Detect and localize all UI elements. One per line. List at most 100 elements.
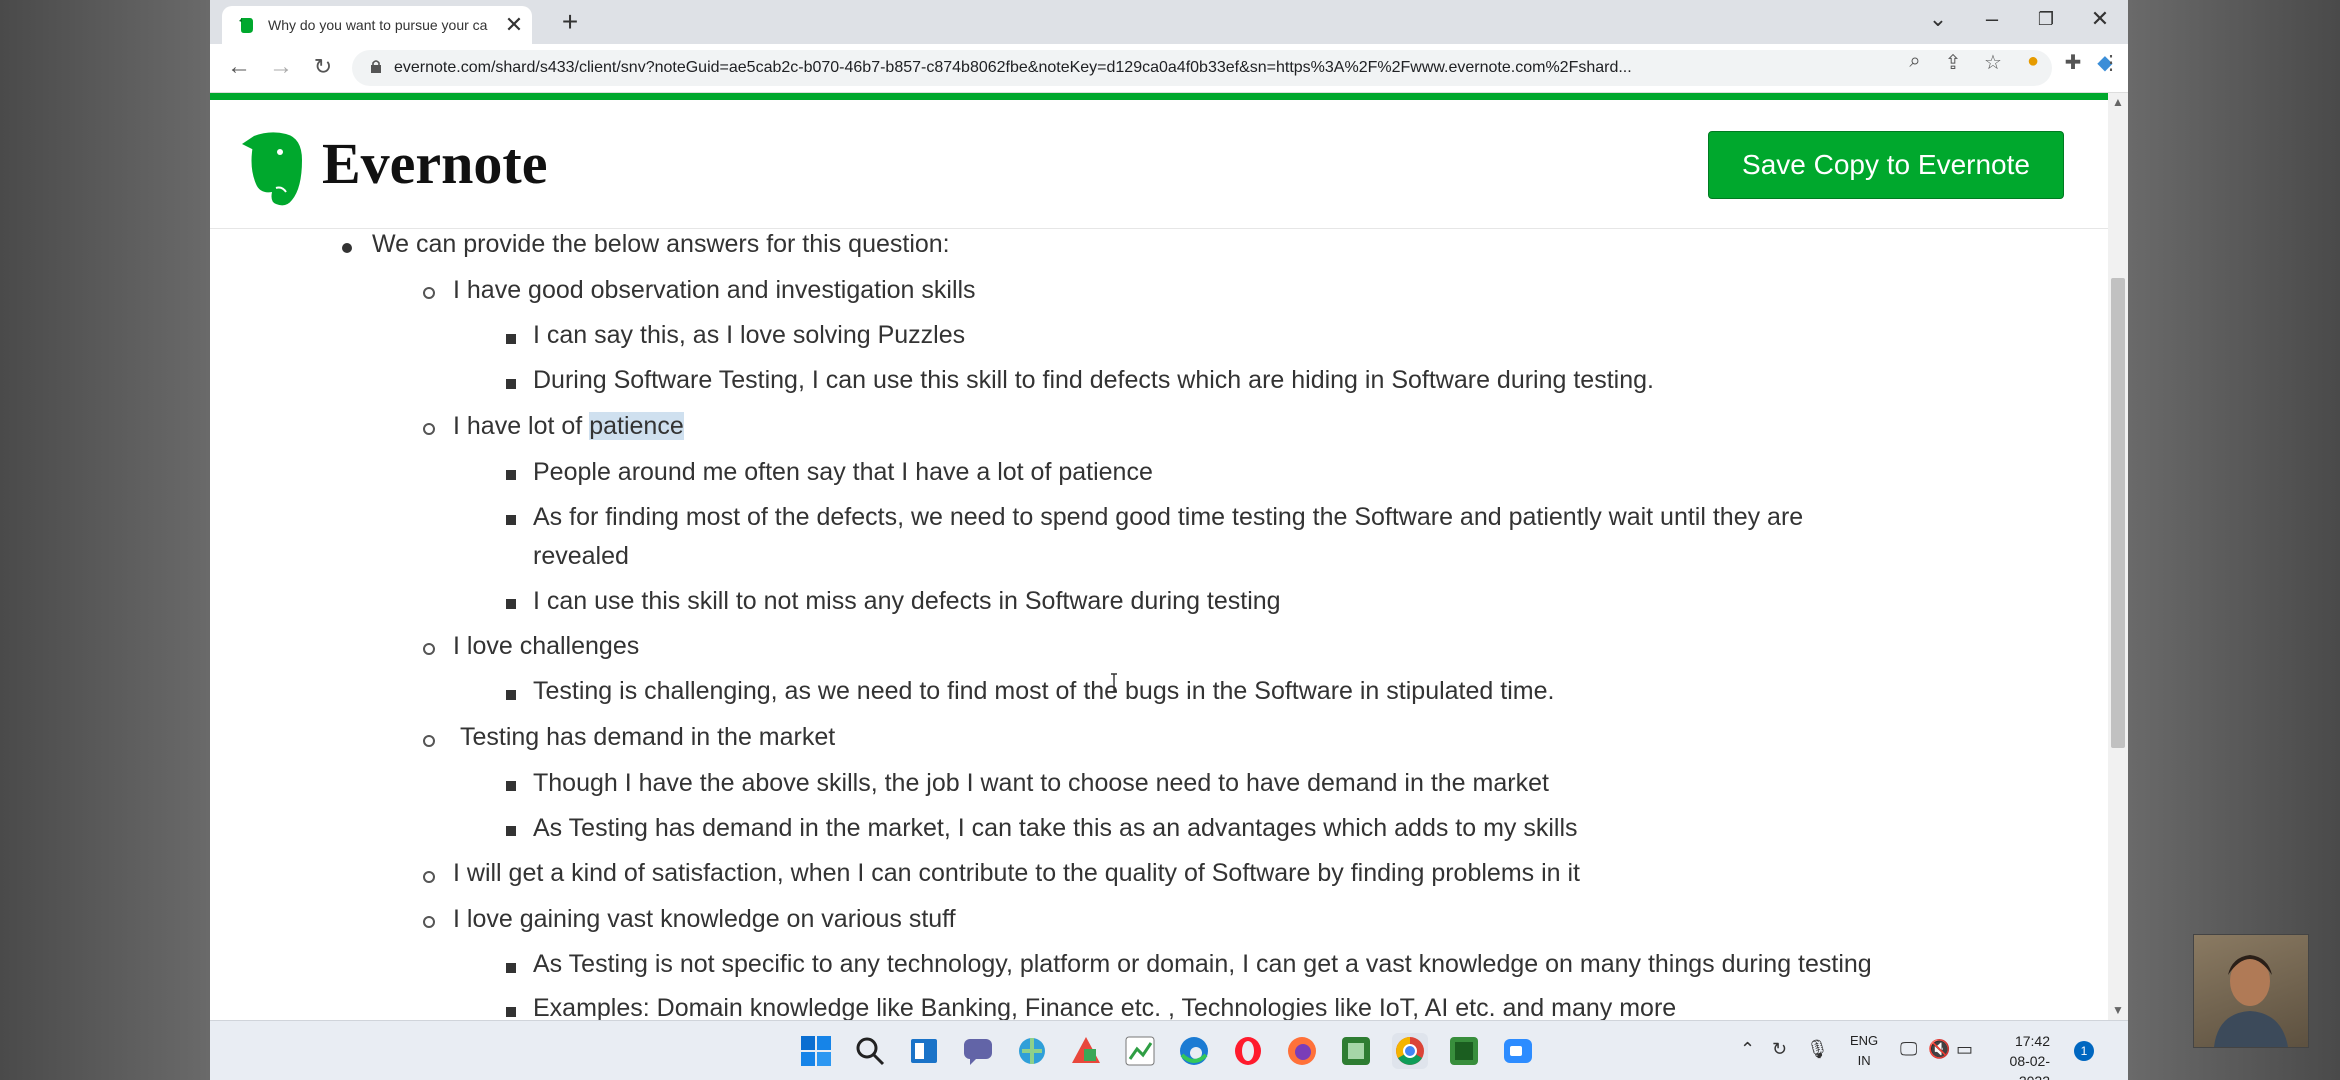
evernote-accent-bar bbox=[210, 93, 2108, 100]
bullet-square bbox=[506, 379, 516, 389]
bullet-square bbox=[506, 963, 516, 973]
evernote-favicon-icon bbox=[239, 18, 253, 33]
volume-muted-icon[interactable]: 🔇 bbox=[1928, 1039, 1950, 1060]
close-window-icon[interactable]: ✕ bbox=[2080, 6, 2120, 32]
close-tab-icon[interactable]: ✕ bbox=[502, 12, 526, 38]
list-item: Testing is challenging, as we need to fi… bbox=[533, 677, 1555, 705]
tab-strip: Why do you want to pursue your ca ✕ + ⌄ … bbox=[210, 0, 2128, 44]
list-item: I love gaining vast knowledge on various… bbox=[453, 905, 956, 933]
list-item: I love challenges bbox=[453, 632, 640, 660]
app-chart-icon[interactable] bbox=[1122, 1033, 1158, 1069]
list-item: I can say this, as I love solving Puzzle… bbox=[533, 321, 966, 349]
webcam-overlay-image bbox=[2193, 934, 2309, 1048]
bullet-disc bbox=[342, 243, 352, 253]
lock-icon[interactable] bbox=[370, 59, 382, 73]
evernote-elephant-logo bbox=[242, 132, 302, 206]
battery-icon[interactable]: ▭ bbox=[1956, 1039, 1973, 1060]
region-code: IN bbox=[1857, 1053, 1871, 1068]
sync-icon[interactable]: ↻ bbox=[1772, 1039, 1787, 1060]
app-globe-icon[interactable] bbox=[1014, 1033, 1050, 1069]
bullet-square bbox=[506, 334, 516, 344]
text-cursor-icon bbox=[1111, 673, 1117, 693]
windows-taskbar: ⌃ ↻ 🎙 ENG IN 🖵 🔇 ▭ 17:42 08-02-2022 1 bbox=[210, 1020, 2128, 1080]
address-bar[interactable]: evernote.com/shard/s433/client/snv?noteG… bbox=[352, 50, 2052, 86]
minimize-icon[interactable]: – bbox=[1972, 6, 2012, 32]
search-icon[interactable] bbox=[852, 1033, 888, 1069]
browser-window: Why do you want to pursue your ca ✕ + ⌄ … bbox=[210, 0, 2128, 1080]
list-item: As Testing has demand in the market, I c… bbox=[533, 814, 1578, 842]
list-item: As Testing is not specific to any techno… bbox=[533, 950, 1872, 978]
url-text: evernote.com/shard/s433/client/snv?noteG… bbox=[394, 59, 1632, 76]
save-copy-button[interactable]: Save Copy to Evernote bbox=[1708, 131, 2064, 199]
browser-menu-icon[interactable]: ⋮ bbox=[2098, 50, 2124, 75]
bullet-square bbox=[506, 599, 516, 609]
microphone-icon[interactable]: 🎙 bbox=[1806, 1039, 1829, 1060]
scrollbar-thumb[interactable] bbox=[2111, 278, 2125, 748]
tray-overflow-chevron-icon[interactable]: ⌃ bbox=[1740, 1039, 1755, 1060]
clock-date: 08-02-2022 bbox=[2009, 1053, 2050, 1080]
clock-time: 17:42 bbox=[2014, 1033, 2050, 1049]
maximize-icon[interactable]: ❐ bbox=[2026, 9, 2066, 30]
system-clock[interactable]: 17:42 08-02-2022 bbox=[1990, 1031, 2050, 1080]
input-language[interactable]: ENG IN bbox=[1850, 1031, 1878, 1071]
task-view-icon[interactable] bbox=[906, 1033, 942, 1069]
intro-text: We can provide the below answers for thi… bbox=[372, 230, 950, 258]
tab-title: Why do you want to pursue your ca bbox=[268, 17, 488, 33]
list-item: As for finding most of the defects, we n… bbox=[533, 503, 1804, 531]
new-tab-button[interactable]: + bbox=[555, 6, 585, 38]
list-item: I can use this skill to not miss any def… bbox=[533, 587, 1281, 615]
evernote-header: Evernote Save Copy to Evernote bbox=[210, 100, 2108, 229]
app-terminal-icon[interactable] bbox=[1446, 1033, 1482, 1069]
extensions-puzzle-icon[interactable]: ✚ bbox=[2060, 50, 2086, 75]
bullet-square bbox=[506, 515, 516, 525]
start-windows-icon[interactable] bbox=[798, 1033, 834, 1069]
evernote-wordmark: Evernote bbox=[322, 131, 548, 196]
zoom-meetings-icon[interactable] bbox=[1500, 1033, 1536, 1069]
back-arrow-icon[interactable]: ← bbox=[224, 52, 254, 82]
app-shapes-icon[interactable] bbox=[1068, 1033, 1104, 1069]
forward-arrow-icon[interactable]: → bbox=[266, 52, 296, 82]
firefox-browser-icon[interactable] bbox=[1284, 1033, 1320, 1069]
bullet-square bbox=[506, 690, 516, 700]
chat-icon[interactable] bbox=[960, 1033, 996, 1069]
bullet-circle bbox=[423, 287, 435, 299]
list-item-continuation: revealed bbox=[533, 542, 629, 570]
list-item: I have good observation and investigatio… bbox=[453, 276, 976, 304]
list-item-text: I have lot of bbox=[453, 412, 590, 440]
scroll-up-arrow-icon[interactable]: ▲ bbox=[2112, 95, 2124, 109]
opera-browser-icon[interactable] bbox=[1230, 1033, 1266, 1069]
chrome-browser-icon[interactable] bbox=[1392, 1033, 1428, 1069]
note-content: We can provide the below answers for thi… bbox=[210, 228, 2108, 1020]
bullet-circle bbox=[423, 643, 435, 655]
list-item: Examples: Domain knowledge like Banking,… bbox=[533, 994, 1677, 1020]
edge-browser-icon[interactable] bbox=[1176, 1033, 1212, 1069]
video-letterbox-left bbox=[0, 0, 210, 1080]
zoom-icon[interactable]: ⌕ bbox=[1902, 50, 1928, 73]
list-item: Though I have the above skills, the job … bbox=[533, 769, 1549, 797]
person-avatar-icon bbox=[2214, 955, 2288, 1047]
language-code: ENG bbox=[1850, 1033, 1879, 1048]
bullet-square bbox=[506, 1007, 516, 1017]
tab-search-chevron-icon[interactable]: ⌄ bbox=[1918, 6, 1958, 32]
notification-badge[interactable]: 1 bbox=[2074, 1041, 2094, 1061]
selected-text-highlight[interactable]: patience bbox=[589, 412, 684, 440]
bullet-square bbox=[506, 470, 516, 480]
list-item: I will get a kind of satisfaction, when … bbox=[453, 859, 1580, 887]
bullet-circle bbox=[423, 871, 435, 883]
network-icon[interactable]: 🖵 bbox=[1900, 1039, 1917, 1060]
share-icon[interactable]: ⇪ bbox=[1940, 50, 1966, 75]
page-scrollbar[interactable]: ▲ ▼ bbox=[2108, 93, 2128, 1020]
bullet-circle bbox=[423, 735, 435, 747]
list-item: People around me often say that I have a… bbox=[533, 458, 1153, 486]
navigation-bar: ← → ↻ evernote.com/shard/s433/client/snv… bbox=[210, 44, 2128, 93]
reload-icon[interactable]: ↻ bbox=[308, 52, 338, 82]
video-letterbox-right bbox=[2128, 0, 2340, 1080]
list-item: I have lot of patience bbox=[453, 412, 684, 441]
extension-icon[interactable]: ● bbox=[2020, 50, 2046, 73]
list-item: Testing has demand in the market bbox=[460, 723, 836, 751]
bookmark-star-icon[interactable]: ☆ bbox=[1980, 50, 2006, 75]
scroll-down-arrow-icon[interactable]: ▼ bbox=[2112, 1003, 2124, 1017]
bullet-square bbox=[506, 781, 516, 791]
app-green-icon[interactable] bbox=[1338, 1033, 1374, 1069]
browser-tab-active[interactable]: Why do you want to pursue your ca ✕ bbox=[222, 6, 532, 44]
